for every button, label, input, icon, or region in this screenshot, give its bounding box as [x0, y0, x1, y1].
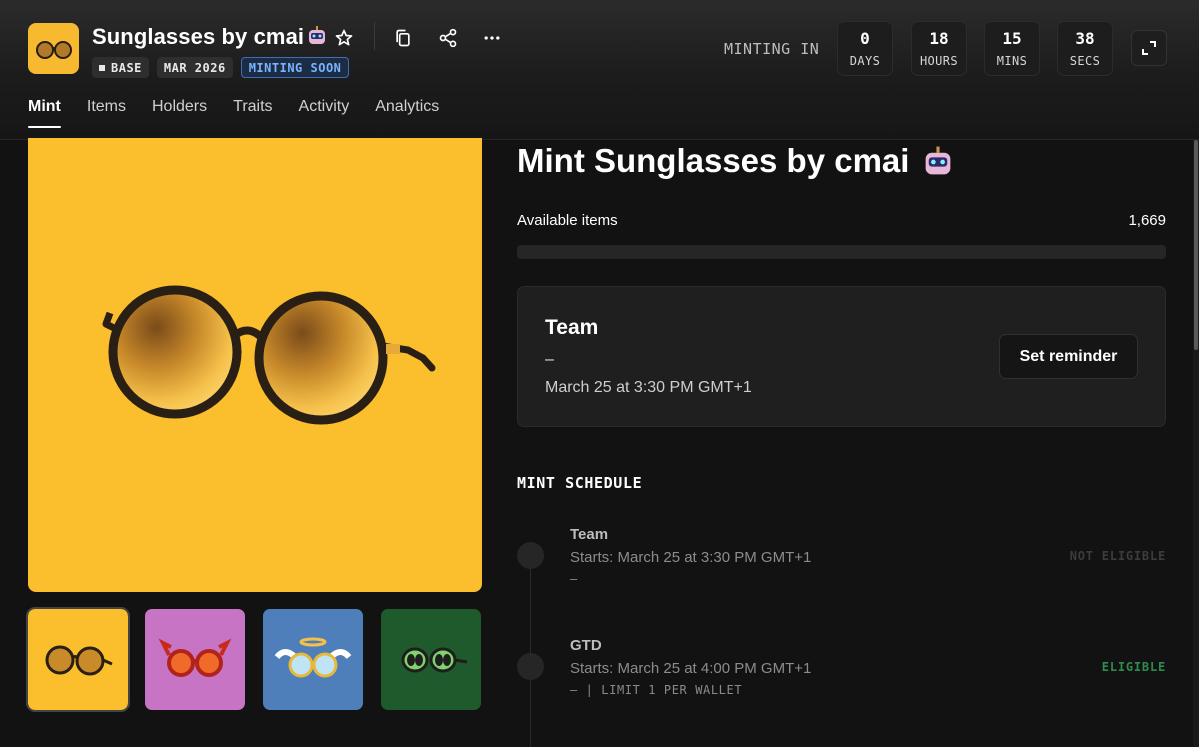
countdown-hours: 18 HOURS [911, 21, 967, 76]
timeline-dot [517, 542, 544, 569]
collection-logo [28, 23, 79, 74]
available-items-label: Available items [517, 212, 618, 229]
date-badge: MAR 2026 [156, 57, 233, 78]
sunglasses-logo-icon [35, 40, 72, 59]
countdown-days-value: 0 [860, 29, 870, 48]
schedule-phase-name: Team [570, 526, 609, 543]
mint-schedule-title: MINT SCHEDULE [517, 474, 643, 492]
sunglasses-artwork [102, 285, 436, 425]
schedule-timeline-line [530, 555, 531, 747]
eligibility-badge: NOT ELIGIBLE [1069, 549, 1166, 563]
collection-tags: BASE MAR 2026 MINTING SOON [92, 57, 350, 78]
countdown-days: 0 DAYS [837, 21, 893, 76]
header-divider [374, 22, 375, 50]
schedule-phase-detail: – [570, 572, 578, 586]
thumbnail-sunglasses-crab[interactable] [145, 609, 245, 710]
robot-emoji-icon [306, 25, 328, 53]
tab-activity[interactable]: Activity [299, 98, 350, 128]
tab-holders[interactable]: Holders [152, 98, 207, 128]
schedule-phase-start: Starts: March 25 at 3:30 PM GMT+1 [570, 549, 812, 566]
scrollbar-thumb[interactable] [1194, 140, 1198, 350]
mint-title-text: Mint Sunglasses by cmai [517, 142, 910, 179]
expand-icon [1142, 41, 1156, 55]
chain-badge-label: BASE [111, 60, 142, 75]
mint-title: Mint Sunglasses by cmai [517, 142, 955, 183]
thumbnail-sunglasses-alien[interactable] [381, 609, 481, 710]
tab-traits[interactable]: Traits [233, 98, 272, 128]
thumbnail-sunglasses-yellow[interactable] [26, 607, 130, 712]
mint-progress-bar [517, 245, 1166, 259]
robot-emoji-icon [921, 145, 955, 183]
phase-price: – [545, 351, 554, 368]
countdown-secs: 38 SECS [1057, 21, 1113, 76]
hero-nft-image [28, 138, 482, 592]
tab-analytics[interactable]: Analytics [375, 98, 439, 128]
phase-name: Team [545, 316, 599, 339]
collection-header: Sunglasses by cmai BASE MAR 2026 MINTING… [0, 0, 1199, 140]
minting-in-label: MINTING IN [724, 40, 820, 58]
countdown-secs-value: 38 [1075, 29, 1095, 48]
countdown-mins: 15 MINS [984, 21, 1040, 76]
tab-items[interactable]: Items [87, 98, 126, 128]
timeline-dot [517, 653, 544, 680]
set-reminder-button[interactable]: Set reminder [999, 334, 1138, 379]
current-phase-card: Team – March 25 at 3:30 PM GMT+1 Set rem… [517, 286, 1166, 427]
tab-mint[interactable]: Mint [28, 98, 61, 128]
available-items-value: 1,669 [1128, 212, 1166, 229]
countdown-hours-unit: HOURS [919, 54, 959, 68]
schedule-phase-start: Starts: March 25 at 4:00 PM GMT+1 [570, 660, 812, 677]
countdown-days-unit: DAYS [849, 54, 881, 68]
base-chain-icon [99, 64, 105, 71]
collection-tabs: Mint Items Holders Traits Activity Analy… [28, 98, 465, 128]
chain-badge: BASE [92, 57, 149, 78]
countdown-secs-unit: SECS [1069, 54, 1101, 68]
page-scrollbar[interactable] [1193, 140, 1199, 747]
star-icon[interactable] [331, 25, 357, 51]
share-icon[interactable] [435, 25, 461, 51]
thumbnail-sunglasses-angel[interactable] [263, 609, 363, 710]
countdown-hours-value: 18 [929, 29, 949, 48]
status-badge: MINTING SOON [240, 57, 350, 78]
copy-icon[interactable] [390, 25, 416, 51]
collection-title-text: Sunglasses by cmai [92, 24, 305, 49]
more-icon[interactable] [479, 25, 505, 51]
phase-date: March 25 at 3:30 PM GMT+1 [545, 379, 752, 396]
collection-title: Sunglasses by cmai [92, 24, 328, 53]
schedule-phase-detail: – | LIMIT 1 PER WALLET [570, 683, 743, 697]
expand-button[interactable] [1131, 30, 1167, 66]
countdown-mins-unit: MINS [996, 54, 1028, 68]
countdown-mins-value: 15 [1002, 29, 1022, 48]
eligibility-badge: ELIGIBLE [1101, 660, 1166, 674]
schedule-phase-name: GTD [570, 637, 602, 654]
